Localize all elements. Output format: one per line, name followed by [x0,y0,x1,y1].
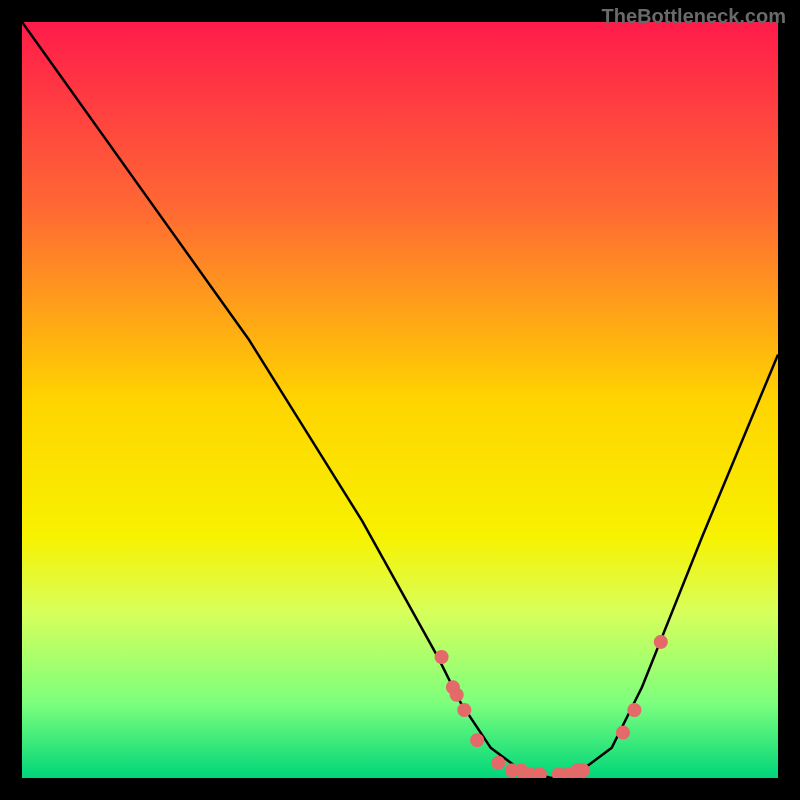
gradient-background [22,22,778,778]
data-point [470,733,484,747]
data-point [616,726,630,740]
data-point [491,756,505,770]
chart-container [22,22,778,778]
data-point [450,688,464,702]
data-point [576,763,590,777]
bottleneck-chart [22,22,778,778]
data-point [627,703,641,717]
data-point [457,703,471,717]
data-point [654,635,668,649]
data-point [435,650,449,664]
watermark-text: TheBottleneck.com [602,6,786,29]
